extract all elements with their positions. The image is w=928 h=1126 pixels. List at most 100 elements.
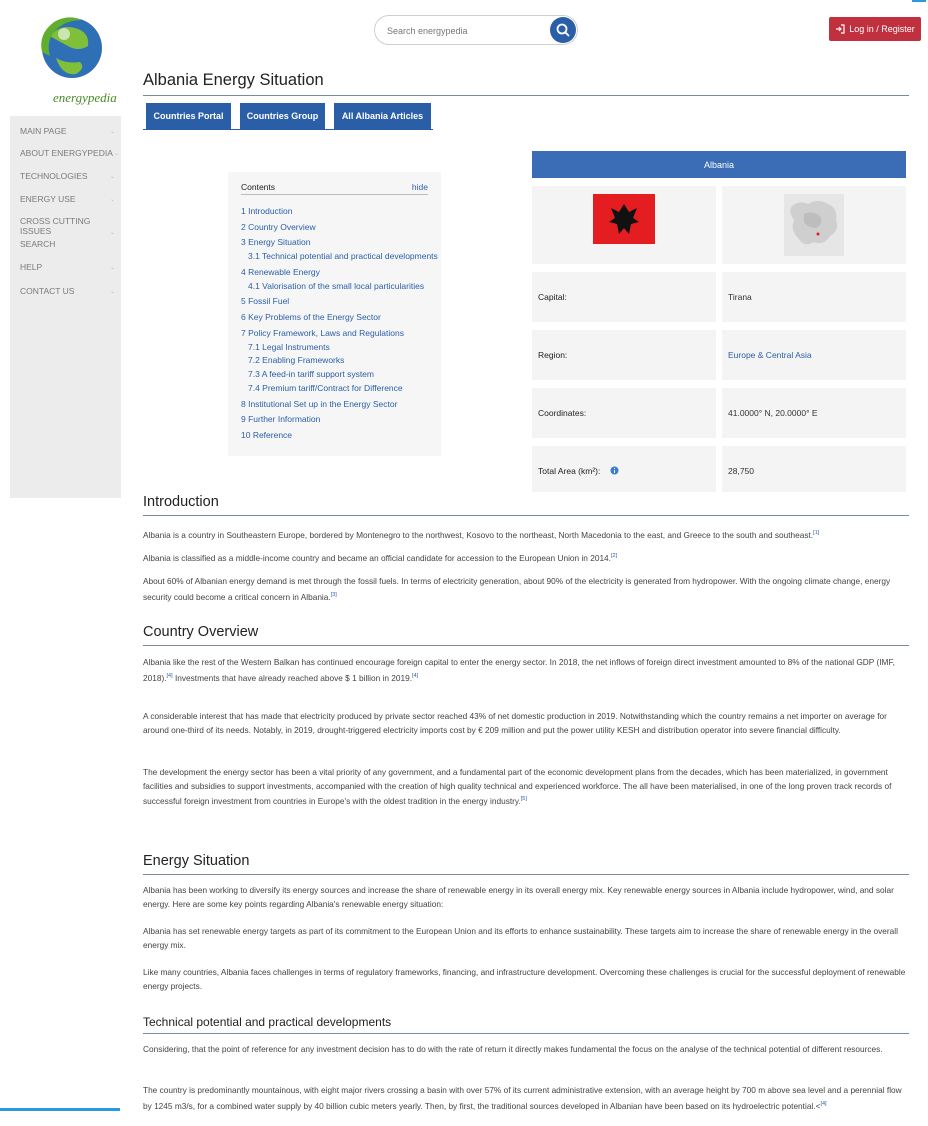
chevron-down-icon: ⌄ [110,230,116,236]
albania-flag-icon [593,194,655,244]
paragraph: Albania like the rest of the Western Bal… [143,657,895,683]
energypedia-logo[interactable]: energypedia [20,6,120,106]
infobox-flag-cell [532,186,716,264]
toc-item[interactable]: 5 Fossil Fuel [241,296,289,306]
sidebar-item-label: ENERGY USE [20,194,76,204]
top-accent-bar [912,0,926,2]
heading-divider [143,645,909,646]
search-input[interactable] [387,23,537,39]
infobox-area-label-cell: Total Area (km²): [532,446,716,492]
sidebar-item-cross-cutting[interactable]: CROSS CUTTING ISSUES [20,216,120,236]
toc-divider [241,194,428,195]
tab-all-albania-articles[interactable]: All Albania Articles [334,103,431,129]
toc-item[interactable]: 4.1 Valorisation of the small local part… [248,281,424,291]
toc-item[interactable]: 9 Further Information [241,414,320,424]
chevron-down-icon: ⌄ [110,264,116,271]
search-icon [556,23,570,37]
sidebar-item-help[interactable]: HELP ⌄ [20,262,120,272]
reference-link[interactable]: [5] [521,796,527,802]
region-label: Region: [538,350,568,360]
heading-introduction: Introduction [143,494,219,510]
paragraph: Albania has been working to diversify it… [143,885,894,909]
infobox-region-label-cell: Region: [532,330,716,380]
infobox-coords-label-cell: Coordinates: [532,388,716,438]
infobox-region-value-cell: Europe & Central Asia [722,330,906,380]
heading-energy-situation: Energy Situation [143,853,250,869]
reference-link[interactable]: [2] [611,553,617,559]
toc-item[interactable]: 6 Key Problems of the Energy Sector [241,312,381,322]
total-area-label: Total Area (km²): [538,466,601,476]
paragraph: Albania has set renewable energy targets… [143,926,898,950]
login-register-label: Log in / Register [849,24,915,34]
reference-link[interactable]: [4] [820,1101,826,1107]
sidebar-item-label: HELP [20,262,43,272]
toc-item[interactable]: 8 Institutional Set up in the Energy Sec… [241,399,397,409]
sidebar-item-contact[interactable]: CONTACT US ⌄ [20,286,120,296]
infobox-capital-label-cell: Capital: [532,272,716,322]
page-title: Albania Energy Situation [143,71,324,89]
info-icon[interactable] [610,466,619,475]
sidebar-item-label: CROSS CUTTING ISSUES [20,216,91,236]
sidebar-bottom-accent [0,1108,120,1111]
sidebar-item-label: CONTACT US [20,286,75,296]
toc-hide-link[interactable]: hide [412,182,428,192]
toc-item[interactable]: 10 Reference [241,430,292,440]
sidebar-item-technologies[interactable]: TECHNOLOGIES ⌄ [20,171,120,181]
heading-technical-potential: Technical potential and practical develo… [143,1015,392,1029]
toc-item[interactable]: 4 Renewable Energy [241,267,320,277]
infobox-capital-value-cell: Tirana [722,272,906,322]
sidebar-item-label: SEARCH [20,239,56,249]
infobox-map-cell [722,186,906,264]
chevron-down-icon: ⌄ [110,288,116,295]
reference-link[interactable]: [4] [412,673,418,679]
toc-item[interactable]: 7 Policy Framework, Laws and Regulations [241,328,404,338]
title-divider [143,95,909,96]
toc-item[interactable]: 7.1 Legal Instruments [248,342,330,352]
paragraph: The development the energy sector has be… [143,767,892,806]
toc-item[interactable]: 3 Energy Situation [241,237,310,247]
paragraph: Considering, that the point of reference… [143,1044,883,1054]
tab-countries-portal[interactable]: Countries Portal [146,103,231,129]
search-button[interactable] [550,17,576,43]
sidebar-item-label: ABOUT ENERGYPEDIA [20,148,113,158]
toc-item[interactable]: 7.3 A feed-in tariff support system [248,369,374,379]
sidebar-item-energy-use[interactable]: ENERGY USE ⌄ [20,194,120,204]
tab-countries-group[interactable]: Countries Group [240,103,325,129]
toc-item[interactable]: 1 Introduction [241,206,293,216]
search-box [374,15,578,45]
paragraph: About 60% of Albanian energy demand is m… [143,576,891,602]
paragraph: A considerable interest that has made th… [143,711,887,735]
chevron-down-icon: ⌄ [110,196,116,203]
infobox-coords-value-cell: 41.0000° N, 20.0000° E [722,388,906,438]
heading-country-overview: Country Overview [143,624,259,640]
europe-map-icon [784,194,844,256]
toc-item[interactable]: 7.4 Premium tariff/Contract for Differen… [248,383,403,393]
sidebar-item-about[interactable]: ABOUT ENERGYPEDIA ⌄ [20,148,120,158]
chevron-down-icon: ⌄ [110,128,116,135]
toc-item[interactable]: 7.2 Enabling Frameworks [248,355,344,365]
toc-title: Contents [241,182,276,192]
table-of-contents: Contents hide 1 Introduction 2 Country O… [228,172,441,456]
reference-link[interactable]: [3] [331,592,337,598]
sidebar-item-label: TECHNOLOGIES [20,171,88,181]
tabs-underline [143,129,433,130]
sidebar-item-main-page[interactable]: MAIN PAGE ⌄ [20,126,120,136]
logo-text: energypedia [53,90,117,105]
toc-item[interactable]: 3.1 Technical potential and practical de… [248,251,438,261]
login-icon [836,24,845,34]
region-link[interactable]: Europe & Central Asia [728,350,812,360]
paragraph: Albania is a country in Southeastern Eur… [143,529,820,540]
coordinates-label: Coordinates: [538,408,587,418]
coordinates-value: 41.0000° N, 20.0000° E [728,408,818,418]
reference-link[interactable]: [1] [813,530,819,536]
paragraph: The country is predominantly mountainous… [143,1085,902,1111]
paragraph: Like many countries, Albania faces chall… [143,967,906,991]
infobox-header: Albania [532,151,906,178]
toc-item[interactable]: 2 Country Overview [241,222,316,232]
sidebar: MAIN PAGE ⌄ ABOUT ENERGYPEDIA ⌄ TECHNOLO… [10,116,121,498]
capital-label: Capital: [538,292,567,302]
login-register-button[interactable]: Log in / Register [829,17,921,41]
infobox-area-value-cell: 28,750 [722,446,906,492]
capital-value: Tirana [728,292,752,302]
sidebar-item-search[interactable]: SEARCH ⌄ [20,230,120,249]
